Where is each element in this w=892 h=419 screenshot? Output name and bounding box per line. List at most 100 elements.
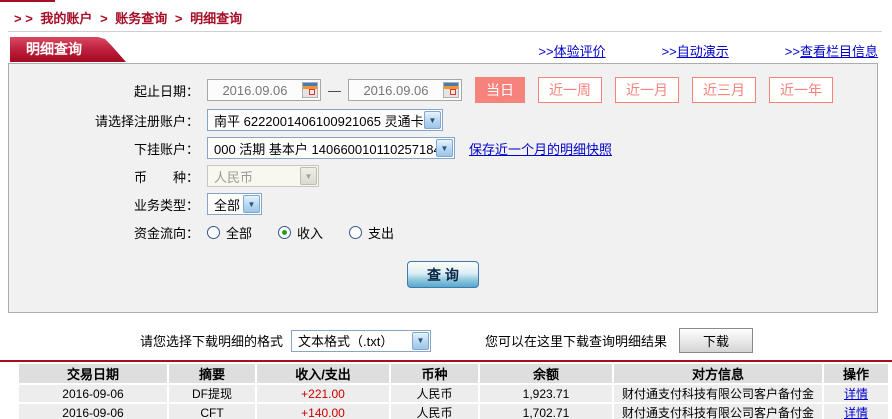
breadcrumb-item-detail-query[interactable]: 明细查询 bbox=[190, 11, 242, 26]
business-type-select[interactable]: 全部 ▼ bbox=[207, 193, 262, 215]
chevron-down-icon: ▼ bbox=[424, 111, 441, 129]
sub-account-row: 下挂账户： 000 活期 基本户 1406600101102571848 ▼ 保… bbox=[9, 137, 877, 159]
cell-currency: 人民币 bbox=[391, 385, 478, 402]
currency-row: 币 种： 人民币 ▼ bbox=[9, 165, 877, 187]
fund-flow-radio-income[interactable]: 收入 bbox=[278, 223, 323, 242]
fund-flow-radio-all[interactable]: 全部 bbox=[207, 223, 252, 242]
chevron-down-icon: ▼ bbox=[243, 195, 260, 213]
business-type-label: 业务类型： bbox=[9, 195, 199, 214]
table-row: 2016-09-06 DF提现 +221.00 人民币 1,923.71 财付通… bbox=[19, 385, 888, 402]
breadcrumb-divider bbox=[8, 31, 882, 32]
breadcrumb-separator: > bbox=[175, 11, 183, 26]
header-links: >>体验评价 >>自动演示 >>查看栏目信息 bbox=[538, 41, 878, 60]
cell-amount: +221.00 bbox=[257, 385, 389, 402]
cell-summary: DF提现 bbox=[169, 385, 255, 402]
date-range-separator: — bbox=[328, 83, 341, 98]
cell-date: 2016-09-06 bbox=[19, 385, 167, 402]
save-snapshot-link[interactable]: 保存近一个月的明细快照 bbox=[469, 139, 612, 158]
link-experience-rating[interactable]: >>体验评价 bbox=[538, 41, 605, 60]
business-type-row: 业务类型： 全部 ▼ bbox=[9, 193, 877, 215]
download-format-value: 文本格式（.txt） bbox=[292, 331, 399, 350]
calendar-icon[interactable] bbox=[443, 82, 459, 98]
col-header-balance: 余额 bbox=[480, 364, 612, 383]
calendar-icon[interactable] bbox=[302, 82, 318, 98]
link-label: 自动演示 bbox=[677, 44, 729, 59]
link-auto-demo[interactable]: >>自动演示 bbox=[662, 41, 729, 60]
end-date-value: 2016.09.06 bbox=[349, 83, 443, 98]
col-header-amount: 收入/支出 bbox=[257, 364, 389, 383]
business-type-value: 全部 bbox=[208, 195, 243, 214]
query-button-row: 查 询 bbox=[9, 261, 877, 288]
cell-counterparty: 财付通支付科技有限公司客户备付金 bbox=[614, 404, 822, 419]
radio-label: 支出 bbox=[368, 223, 394, 242]
register-account-label: 请选择注册账户： bbox=[9, 111, 199, 130]
query-button[interactable]: 查 询 bbox=[407, 261, 479, 288]
sub-account-value: 000 活期 基本户 1406600101102571848 bbox=[208, 139, 436, 158]
breadcrumb-item-my-account[interactable]: 我的账户 bbox=[40, 11, 92, 26]
fund-flow-radio-expense[interactable]: 支出 bbox=[349, 223, 394, 242]
cell-balance: 1,923.71 bbox=[480, 385, 612, 402]
link-prefix: >> bbox=[785, 44, 800, 59]
radio-checked-icon[interactable] bbox=[278, 226, 291, 239]
quick-range-month-button[interactable]: 近一月 bbox=[615, 77, 679, 103]
tab-detail-query[interactable]: 明细查询 bbox=[10, 37, 126, 62]
cell-amount: +140.00 bbox=[257, 404, 389, 419]
quick-range-year-button[interactable]: 近一年 bbox=[769, 77, 833, 103]
cell-summary: CFT bbox=[169, 404, 255, 419]
download-row: 请您选择下载明细的格式 文本格式（.txt） ▼ 您可以在这里下载查询明细结果 … bbox=[0, 328, 892, 353]
fund-flow-label: 资金流向： bbox=[9, 223, 199, 242]
breadcrumb-item-account-query[interactable]: 账务查询 bbox=[115, 11, 167, 26]
link-label: 体验评价 bbox=[554, 44, 606, 59]
download-button[interactable]: 下载 bbox=[679, 328, 753, 353]
register-account-value: 南平 6222001406100921065 灵通卡 bbox=[208, 111, 424, 130]
col-header-counterparty: 对方信息 bbox=[614, 364, 822, 383]
cell-counterparty: 财付通支付科技有限公司客户备付金 bbox=[614, 385, 822, 402]
download-format-select[interactable]: 文本格式（.txt） ▼ bbox=[291, 330, 431, 352]
breadcrumb: > > 我的账户 > 账务查询 > 明细查询 bbox=[0, 0, 892, 27]
sub-account-label: 下挂账户： bbox=[9, 139, 199, 158]
table-row: 2016-09-06 CFT +140.00 人民币 1,702.71 财付通支… bbox=[19, 404, 888, 419]
radio-unchecked-icon[interactable] bbox=[207, 226, 220, 239]
chevron-down-icon: ▼ bbox=[300, 167, 317, 185]
start-date-value: 2016.09.06 bbox=[208, 83, 302, 98]
download-hint: 您可以在这里下载查询明细结果 bbox=[485, 331, 667, 350]
chevron-down-icon: ▼ bbox=[412, 332, 429, 350]
top-accent-bar bbox=[0, 0, 55, 2]
sub-account-select[interactable]: 000 活期 基本户 1406600101102571848 ▼ bbox=[207, 137, 455, 159]
date-range-label: 起止日期： bbox=[9, 81, 199, 100]
end-date-input[interactable]: 2016.09.06 bbox=[348, 79, 462, 101]
col-header-summary: 摘要 bbox=[169, 364, 255, 383]
cell-balance: 1,702.71 bbox=[480, 404, 612, 419]
cell-currency: 人民币 bbox=[391, 404, 478, 419]
transaction-table: 交易日期 摘要 收入/支出 币种 余额 对方信息 操作 2016-09-06 D… bbox=[17, 362, 890, 419]
link-prefix: >> bbox=[662, 44, 677, 59]
cell-date: 2016-09-06 bbox=[19, 404, 167, 419]
radio-label: 收入 bbox=[297, 223, 323, 242]
query-form-panel: 起止日期： 2016.09.06 — 2016.09.06 当日 近一周 近一月… bbox=[8, 63, 878, 313]
link-prefix: >> bbox=[538, 44, 553, 59]
detail-link[interactable]: 详情 bbox=[844, 387, 868, 401]
radio-label: 全部 bbox=[226, 223, 252, 242]
col-header-currency: 币种 bbox=[391, 364, 478, 383]
detail-link[interactable]: 详情 bbox=[844, 406, 868, 419]
quick-range-today-button[interactable]: 当日 bbox=[475, 77, 525, 103]
start-date-input[interactable]: 2016.09.06 bbox=[207, 79, 321, 101]
tab-row: 明细查询 >>体验评价 >>自动演示 >>查看栏目信息 bbox=[10, 36, 878, 62]
date-range-row: 起止日期： 2016.09.06 — 2016.09.06 当日 近一周 近一月… bbox=[9, 77, 877, 103]
download-format-label: 请您选择下载明细的格式 bbox=[140, 331, 283, 350]
register-account-row: 请选择注册账户： 南平 6222001406100921065 灵通卡 ▼ bbox=[9, 109, 877, 131]
currency-select: 人民币 ▼ bbox=[207, 165, 319, 187]
radio-unchecked-icon[interactable] bbox=[349, 226, 362, 239]
col-header-action: 操作 bbox=[824, 364, 888, 383]
link-label: 查看栏目信息 bbox=[800, 44, 878, 59]
chevron-down-icon: ▼ bbox=[436, 139, 453, 157]
currency-value: 人民币 bbox=[208, 167, 259, 186]
quick-range-3months-button[interactable]: 近三月 bbox=[692, 77, 756, 103]
quick-range-week-button[interactable]: 近一周 bbox=[538, 77, 602, 103]
currency-label: 币 种： bbox=[9, 167, 199, 186]
breadcrumb-separator: > bbox=[100, 11, 108, 26]
link-view-column-info[interactable]: >>查看栏目信息 bbox=[785, 41, 878, 60]
register-account-select[interactable]: 南平 6222001406100921065 灵通卡 ▼ bbox=[207, 109, 443, 131]
col-header-date: 交易日期 bbox=[19, 364, 167, 383]
fund-flow-row: 资金流向： 全部 收入 支出 bbox=[9, 221, 877, 243]
